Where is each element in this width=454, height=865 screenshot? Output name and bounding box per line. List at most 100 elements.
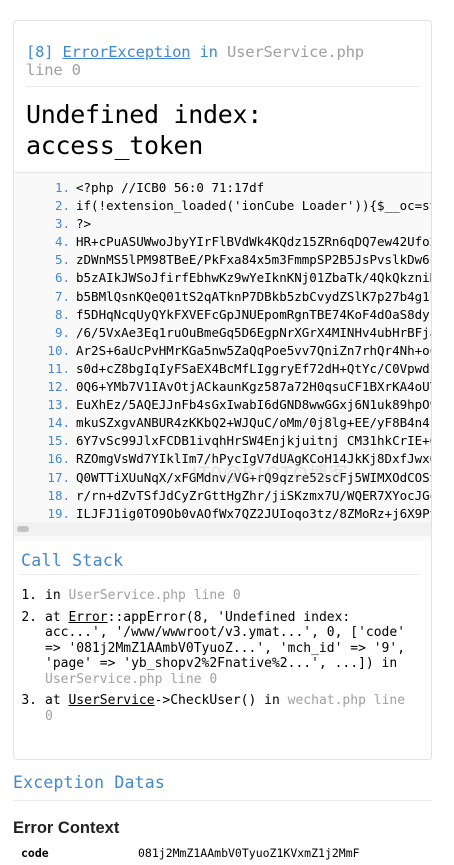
line-number: 7.: [54, 288, 70, 304]
line-number: 11.: [47, 360, 70, 376]
line-code: b5BMlQsnKQeQ01tS2qATknP7DBkb5zbCvydZSlK7…: [76, 288, 432, 304]
horizontal-scrollbar[interactable]: [14, 522, 431, 536]
line-code: r/rn+dZvTSfJdCyZrGttHgZhr/jiSKzmx7U/WQER…: [76, 487, 432, 503]
line-number: 19.: [47, 505, 70, 521]
source-line: 13. EuXhEz/5AQEJJnFb4sGxIwabI6dGND8wwGGxj…: [14, 396, 432, 414]
frame-class-link[interactable]: Error: [68, 610, 107, 625]
source-line: 9. /6/5VxAe3Eq1ruOuBmeGq5D6EgpNrXGrX4MINH…: [14, 324, 432, 342]
error-context-title: Error Context: [13, 819, 120, 837]
at-keyword: at: [45, 693, 61, 708]
line-number: 14.: [47, 415, 70, 431]
source-line: 4. HR+cPuASUWwoJbyYIrFlBVdWk4KQdz15ZRn6qD…: [14, 233, 432, 251]
source-line: 5. zDWnMS5lPM98TBeE/PkFxa84x5m3FmmpSP2B5J…: [14, 251, 432, 269]
line-code: ?>: [76, 216, 92, 232]
frame-number: 3.: [21, 693, 37, 708]
line-number: 3.: [54, 216, 70, 232]
source-lines: 1. <?php //ICB0 56:0 71:17df 2. if(!extensi…: [14, 179, 432, 523]
line-number: 13.: [47, 397, 70, 413]
source-line: 17. Q0WTTiXUuNqX/xFGMdnv/VG+rQ9qzre52scFj…: [14, 469, 432, 487]
frame-method: ->CheckUser() in: [154, 693, 280, 708]
call-stack-panel: Call Stack 1. in UserService.php line 0 …: [13, 541, 432, 760]
frame-file: wechat.php: [287, 693, 366, 708]
line-code: EuXhEz/5AQEJJnFb4sGxIwabI6dGND8wwGGxj6N1…: [76, 397, 432, 413]
line-code: RZOmgVsWd7YIklIm7/hPycIgV7dUAgKCoH14JkKj…: [76, 451, 432, 467]
line-code: f5DHqNcqUyQYkFXVEFcGpJNUEpomRgnTBE74KoF4…: [76, 306, 430, 322]
source-line: 2. if(!extension_loaded('ionCube Loader')…: [14, 197, 432, 215]
source-line: 15. 6Y7vSc99JlxFCDB1ivqhHrSW4Enjkjuitnj C…: [14, 432, 432, 450]
frame-file: UserService.php: [45, 671, 163, 687]
line-code: mkuSZxgvANBUR4zKKbQ2+WJQuC/oMm/0j8lg+EE/…: [76, 415, 432, 431]
line-number: 1.: [54, 180, 70, 195]
line-code: 0Q6+YMb7V1IAvOtjACkaunKgz587a72H0qsuCF1B…: [76, 379, 432, 395]
in-keyword: in: [45, 588, 61, 603]
line-code: b5zAIkJWSoJfirfEbhwKz9wYeIknKNj01ZbaTk/4…: [76, 270, 432, 286]
line-number: 12.: [47, 379, 70, 395]
exception-location: [8] ErrorException in UserService.php li…: [26, 43, 421, 79]
line-code: HR+cPuASUWwoJbyYIrFlBVdWk4KQdz15ZRn6qDQ7…: [76, 234, 432, 250]
line-code: Ar2S+6aUcPvHMrKGa5nw5ZaQqPoe5vv7QniZn7rh…: [76, 342, 432, 358]
line-number: 18.: [47, 487, 70, 503]
source-code-panel[interactable]: 1. <?php //ICB0 56:0 71:17df 2. if(!extensi…: [14, 172, 432, 543]
source-line: 14. mkuSZxgvANBUR4zKKbQ2+WJQuC/oMm/0j8lg+…: [14, 414, 432, 432]
source-line: 19. ILJFJ1ig0TO9Ob0vAOfWx7QZ2JUIoqo3tz/8Z…: [14, 505, 432, 523]
line-code: <?php //ICB0 56:0 71:17df: [76, 180, 265, 195]
context-value: 081j2MmZ1AAmbV0TyuoZ1KVxmZ1j2MmF: [138, 846, 360, 860]
message-line-1: Undefined index:: [26, 100, 263, 129]
exception-info: [8] ErrorException in UserService.php li…: [26, 43, 421, 79]
context-key: code: [21, 846, 49, 860]
call-stack-list: 1. in UserService.php line 0 2. at Error…: [21, 588, 420, 730]
frame-line: line 0: [170, 671, 218, 687]
exception-panel: [8] ErrorException in UserService.php li…: [13, 20, 432, 544]
line-number: 9.: [54, 324, 70, 340]
source-line: 10. Ar2S+6aUcPvHMrKGa5nw5ZaQqPoe5vv7QniZn…: [14, 342, 432, 360]
source-line: 18. r/rn+dZvTSfJdCyZrGttHgZhr/jiSKzmx7U/W…: [14, 487, 432, 505]
source-line: 8. f5DHqNcqUyQYkFXVEFcGpJNUEpomRgnTBE74Ko…: [14, 306, 431, 324]
frame-number: 1.: [21, 588, 37, 603]
exception-line: line 0: [26, 61, 81, 79]
divider: [13, 800, 432, 801]
source-line: 7. b5BMlQsnKQeQ01tS2qATknP7DBkb5zbCvydZSl…: [14, 288, 432, 306]
source-line: 3. ?>: [14, 215, 431, 233]
frame-file: UserService.php: [68, 588, 186, 603]
exception-datas-title: Exception Datas: [13, 773, 166, 792]
exception-class-link[interactable]: ErrorException: [63, 43, 191, 61]
source-line: 11. s0d+cZ8bgIqIyFSaEX4BcMfLIggryEf72dH+Q…: [14, 360, 432, 378]
line-code: zDWnMS5lPM98TBeE/PkFxa84x5m3FmmpSP2B5JsP…: [76, 252, 432, 268]
stack-frame: 3. at UserService->CheckUser() in wechat…: [21, 693, 420, 724]
exception-file: UserService.php: [226, 43, 364, 61]
line-number: 2.: [54, 198, 70, 214]
scrollbar-thumb[interactable]: [17, 526, 29, 532]
line-code: if(!extension_loaded('ionCube Loader')){…: [76, 198, 432, 214]
line-code: 6Y7vSc99JlxFCDB1ivqhHrSW4Enjkjuitnj CM31…: [76, 433, 432, 449]
source-line: 6. b5zAIkJWSoJfirfEbhwKz9wYeIknKNj01ZbaTk…: [14, 269, 432, 287]
exception-message: Undefined index: access_token: [26, 99, 262, 161]
line-number: 8.: [54, 306, 70, 322]
line-number: 16.: [47, 451, 70, 467]
in-keyword: in: [199, 43, 218, 61]
frame-line: line 0: [193, 588, 241, 603]
line-number: 6.: [54, 270, 70, 286]
divider: [26, 86, 421, 87]
message-line-2: access_token: [26, 131, 204, 160]
call-stack-title: Call Stack: [21, 551, 124, 570]
source-line: 12. 0Q6+YMb7V1IAvOtjACkaunKgz587a72H0qsuC…: [14, 378, 432, 396]
line-number: 5.: [54, 252, 70, 268]
source-line: 1. <?php //ICB0 56:0 71:17df: [14, 179, 431, 197]
line-number: 10.: [47, 342, 70, 358]
context-row: code 081j2MmZ1AAmbV0TyuoZ1KVxmZ1j2MmF: [13, 846, 454, 865]
source-line: 16. RZOmgVsWd7YIklIm7/hPycIgV7dUAgKCoH14J…: [14, 450, 432, 468]
divider: [21, 574, 420, 575]
line-number: 4.: [54, 234, 70, 250]
stack-frame: 1. in UserService.php line 0: [21, 588, 420, 604]
line-code: /6/5VxAe3Eq1ruOuBmeGq5D6EgpNrXGrX4MINHv4…: [76, 324, 432, 340]
error-code: [8]: [26, 43, 54, 61]
stack-frame: 2. at Error::appError(8, 'Undefined inde…: [21, 609, 420, 688]
frame-class-link[interactable]: UserService: [68, 693, 154, 708]
line-number: 15.: [47, 433, 70, 449]
line-code: ILJFJ1ig0TO9Ob0vAOfWx7QZ2JUIoqo3tz/8ZMoR…: [76, 505, 432, 521]
frame-number: 2.: [21, 609, 37, 625]
line-number: 17.: [47, 469, 70, 485]
line-code: s0d+cZ8bgIqIyFSaEX4BcMfLIggryEf72dH+QtYc…: [76, 360, 432, 376]
at-keyword: at: [45, 609, 61, 625]
line-code: Q0WTTiXUuNqX/xFGMdnv/VG+rQ9qzre52scFj5WI…: [76, 469, 432, 485]
